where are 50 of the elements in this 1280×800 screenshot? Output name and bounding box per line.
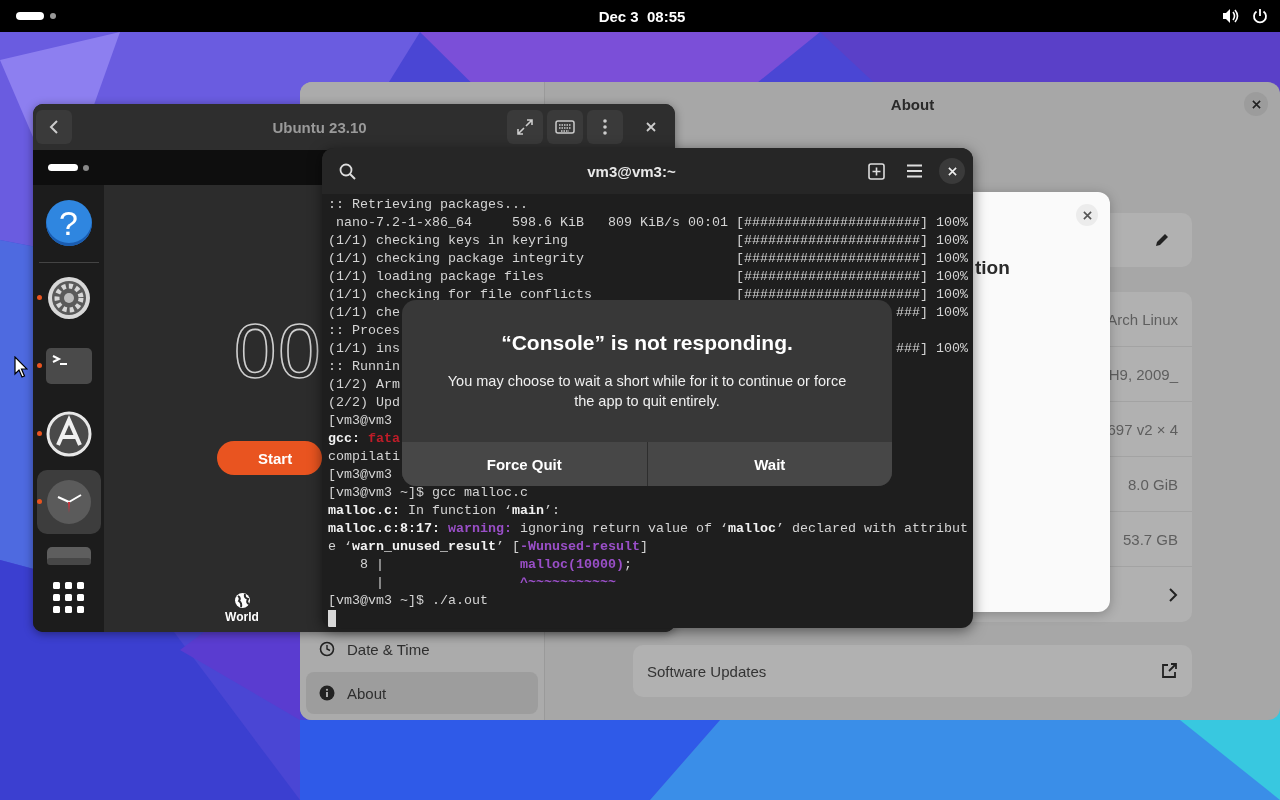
terminal-line: :: Retrieving packages... — [328, 196, 528, 214]
dialog-button[interactable]: Force Quit — [402, 442, 647, 486]
terminal-line: :: Proces — [328, 322, 400, 340]
dialog-title: “Console” is not responding. — [500, 331, 794, 355]
terminal-line: (1/2) Arm — [328, 376, 400, 394]
terminal-line: [vm3@vm3 ~]$ gcc malloc.c — [328, 484, 528, 502]
detail-value: 53.7 GB — [1122, 530, 1178, 548]
terminal-line: (1/1) ins — [328, 340, 400, 358]
terminal-line: [vm3@vm3 ~]$ ./a.out — [328, 592, 488, 610]
dialog-title: tion — [975, 257, 1010, 279]
timer-display: 00 — [234, 313, 323, 389]
terminal-line: (1/1) checking keys in keyring — [328, 232, 568, 250]
pane-title: About — [890, 96, 935, 113]
terminal-line: compilati — [328, 448, 400, 466]
progress-text: [######################] 100% — [736, 250, 968, 268]
progress-text: ###] 100% — [896, 304, 968, 322]
sidebar-item[interactable]: About — [306, 672, 538, 714]
progress-text: [######################] 100% — [736, 214, 968, 232]
clock[interactable]: Dec 3 08:55 — [598, 7, 686, 25]
world-tab[interactable]: World — [217, 592, 267, 624]
terminal-line: (2/2) Upd — [328, 394, 400, 412]
dock-item[interactable]: ? — [33, 200, 104, 246]
dialog-button[interactable]: Wait — [647, 442, 892, 486]
window-title: vm3@vm3:~ — [586, 162, 677, 180]
terminal-line: (1/1) che — [328, 304, 400, 322]
help-icon[interactable]: ? — [45, 200, 92, 246]
terminal-line: [vm3@vm3 — [328, 412, 392, 430]
terminal-line: malloc.c:8:17: warning: ignoring return value of ‘malloc’ declared with attribut — [328, 520, 968, 538]
sidebar-item[interactable]: Date & Time — [306, 628, 538, 670]
software-updates-row[interactable]: Software Updates — [633, 645, 1192, 697]
detail-value: H9, 2009_ — [1108, 365, 1178, 383]
dialog-message: You may choose to wait a short while for it to continue or force the app to quit entirely. — [446, 372, 848, 411]
progress-text: [######################] 100% — [736, 232, 968, 250]
window-title: Ubuntu 23.10 — [271, 118, 368, 136]
terminal-line: e ‘warn_unused_result’ [-Wunused-result] — [328, 538, 648, 556]
start-button[interactable]: Start — [217, 441, 322, 475]
terminal-line: (1/1) checking for file conflicts — [328, 286, 592, 304]
terminal-line: (1/1) loading package files — [328, 268, 544, 286]
terminal-line: gcc: fata — [328, 430, 400, 448]
terminal-line: :: Runnin — [328, 358, 400, 376]
terminal-line: malloc.c: In function ‘main’: — [328, 502, 560, 520]
progress-text: [######################] 100% — [736, 286, 968, 304]
progress-text: [######################] 100% — [736, 268, 968, 286]
detail-value: 8.0 GiB — [1127, 475, 1178, 493]
terminal-line: | ^~~~~~~~~~~~ — [375, 574, 616, 592]
terminal-line: [vm3@vm3 — [328, 466, 392, 484]
terminal-line: 8 | malloc(10000); — [359, 556, 632, 574]
terminal-line: nano-7.2-1-x86_64 598.6 KiB 809 KiB/s 00:01 — [335, 214, 728, 232]
progress-text: ###] 100% — [896, 340, 968, 358]
terminal-line: (1/1) checking package integrity — [328, 250, 584, 268]
